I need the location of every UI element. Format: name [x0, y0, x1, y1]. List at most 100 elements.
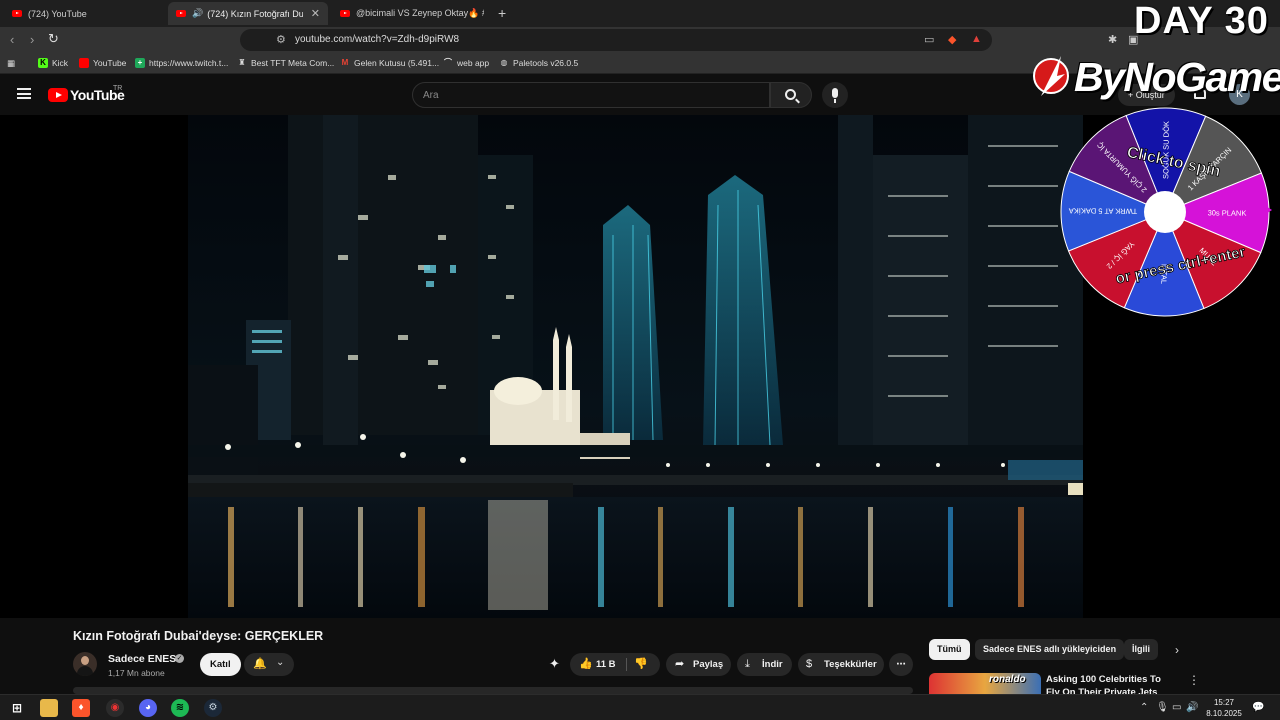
spotify-icon[interactable]: ≋ — [171, 699, 189, 717]
video-title: Kızın Fotoğrafı Dubai'deyse: GERÇEKLER — [73, 629, 324, 643]
bookmark-youtube[interactable]: YouTube — [79, 58, 126, 68]
bookmark-tft[interactable]: ♜ Best TFT Meta Com... — [237, 58, 334, 68]
recommended-video-title[interactable]: Asking 100 Celebrities To Fly On Their P… — [1046, 673, 1176, 694]
like-dislike-group: 👍 11 B 👎 — [570, 653, 660, 676]
share-icon: ➦ — [675, 658, 685, 670]
description-box[interactable] — [73, 687, 913, 694]
speaker-icon: 🔊 — [192, 8, 204, 18]
bynogame-logo-icon — [1033, 56, 1069, 96]
url-text: youtube.com/watch?v=Zdh-d9piRW8 — [295, 34, 460, 45]
youtube-icon — [79, 58, 89, 68]
gmail-icon: M — [341, 58, 349, 67]
voice-search-icon[interactable] — [822, 82, 848, 108]
bookmark-paletools[interactable]: ◍ Paletools v26.0.5 — [499, 58, 579, 68]
extensions-icon[interactable]: ✱ — [1108, 33, 1117, 46]
channel-name[interactable]: Sadece ENES — [108, 653, 176, 665]
kick-icon: K — [38, 58, 48, 68]
search-input[interactable] — [423, 88, 753, 102]
chip-related[interactable]: İlgili — [1124, 639, 1158, 660]
browser-tab-bar: (724) YouTube 🔊 (724) Kızın Fotoğrafı Du… — [0, 0, 1280, 27]
subscriber-count: 1,17 Mn abone — [108, 668, 165, 678]
spin-wheel[interactable]: SOĞUK SU DÖK 1 KAŞIK TARÇIN30s PLANKMUTEİ… — [1058, 105, 1272, 319]
super-thanks-icon: $ — [806, 658, 813, 670]
new-tab-button[interactable]: + — [498, 5, 506, 21]
chevron-down-icon: ⌄ — [276, 657, 285, 668]
file-explorer-icon[interactable] — [40, 699, 58, 717]
address-bar[interactable]: ⚙ youtube.com/watch?v=Zdh-d9piRW8 ▭ ◆ ▲ — [240, 29, 992, 51]
youtube-favicon-icon — [340, 10, 350, 17]
steam-icon[interactable]: ⚙ — [204, 699, 222, 717]
like-icon[interactable]: 👍 — [579, 653, 593, 676]
search-icon — [785, 89, 796, 100]
tab-youtube-home[interactable]: (724) YouTube — [4, 2, 164, 25]
windows-start-icon[interactable]: ⊞ — [8, 699, 26, 717]
tray-chevron-up-icon[interactable]: ⌃ — [1140, 702, 1148, 713]
tft-icon: ♜ — [238, 58, 246, 67]
webapp-icon: ⌒ — [444, 58, 452, 67]
kebab-menu-icon[interactable]: ⋮ — [1188, 673, 1200, 687]
windows-taskbar: ⊞ ♦ ◉ ◕ ≋ ⚙ ⌃ 🎙 ▭ 🔊 15:27 8.10.2025 💬 — [0, 694, 1280, 720]
recommended-video-thumbnail[interactable]: ronaldo — [929, 673, 1041, 694]
download-icon: ⤓ — [745, 658, 750, 670]
subscribed-bell-button[interactable]: 🔔 ⌄ — [244, 653, 294, 676]
dislike-icon[interactable]: 👎 — [634, 653, 648, 676]
sheets-icon: + — [135, 58, 145, 68]
youtube-favicon-icon — [176, 10, 186, 17]
search-box — [412, 82, 770, 108]
brave-browser-icon[interactable]: ♦ — [72, 699, 90, 717]
cast-icon[interactable]: ▭ — [924, 33, 934, 46]
notification-center-icon[interactable]: 💬 — [1252, 702, 1264, 713]
microphone-tray-icon[interactable]: 🎙 — [1156, 702, 1169, 713]
obs-icon[interactable]: ◉ — [106, 699, 124, 717]
dubai-night-skyline-image — [188, 115, 1083, 618]
close-tab-icon[interactable]: ✕ — [303, 7, 320, 20]
youtube-logo-icon[interactable] — [48, 88, 68, 102]
system-clock[interactable]: 15:27 8.10.2025 — [1204, 697, 1244, 719]
channel-avatar[interactable] — [73, 652, 97, 676]
sparkle-icon[interactable]: ✦ — [549, 656, 560, 672]
chevron-right-icon[interactable]: › — [1175, 643, 1179, 657]
bookmark-twitch[interactable]: + https://www.twitch.t... — [135, 58, 228, 68]
discord-icon[interactable]: ◕ — [139, 699, 157, 717]
chip-all[interactable]: Tümü — [929, 639, 970, 660]
tab-title: (724) Kızın Fotoğrafı Dubai'de — [207, 8, 303, 19]
video-frame[interactable] — [188, 115, 1083, 618]
hamburger-menu-icon[interactable] — [17, 88, 31, 99]
day-counter-overlay: DAY 30 — [1134, 0, 1269, 42]
tab-current-video[interactable]: 🔊 (724) Kızın Fotoğrafı Dubai'de ✕ — [168, 2, 328, 25]
globe-icon: ◍ — [500, 58, 508, 67]
wheel-segment-label: TWRK AT 5 DAKİKA — [1069, 206, 1138, 216]
verified-badge-icon: ✓ — [175, 654, 184, 663]
bynogame-brand-text: ByNoGame — [1074, 54, 1280, 100]
site-info-icon[interactable]: ⚙ — [276, 33, 286, 46]
download-button[interactable]: ⤓ İndir — [737, 653, 792, 676]
bookmark-webapp[interactable]: ⌒ web app — [443, 58, 489, 68]
network-icon[interactable]: ▭ — [1172, 702, 1181, 713]
thumbnail-text: ronaldo — [989, 674, 1026, 685]
tab-short-video[interactable]: @bicimali VS Zeynep Oktay🔥 #short — [332, 2, 492, 25]
share-button[interactable]: ➦ Paylaş — [666, 653, 731, 676]
brave-shields-icon[interactable]: ◆ — [948, 33, 956, 46]
bookmark-gmail[interactable]: M Gelen Kutusu (5.491... — [340, 58, 439, 68]
youtube-favicon-icon — [12, 10, 22, 17]
forward-button[interactable]: › — [30, 32, 34, 47]
more-actions-icon[interactable]: ⋯ — [889, 653, 913, 676]
brave-rewards-icon[interactable]: ▲ — [971, 33, 982, 45]
join-button[interactable]: Katıl — [200, 653, 241, 676]
search-button[interactable] — [770, 82, 812, 108]
browser-toolbar: ‹ › ↻ 🔖 ⚙ youtube.com/watch?v=Zdh-d9piRW… — [0, 27, 1280, 53]
wheel-segment-label: 30s PLANK — [1208, 208, 1247, 217]
chip-from-uploader[interactable]: Sadece ENES adlı yükleyiciden — [975, 639, 1125, 660]
reload-button[interactable]: ↻ — [48, 31, 59, 47]
wheel-segment-label: SOĞUK SU DÖK — [1161, 121, 1171, 179]
tab-title: (724) YouTube — [28, 8, 87, 19]
region-code: TR — [113, 85, 123, 92]
bookmark-kick[interactable]: K Kick — [38, 58, 68, 68]
bell-icon: 🔔 — [253, 658, 267, 670]
thanks-button[interactable]: $ Teşekkürler — [798, 653, 884, 676]
back-button[interactable]: ‹ — [10, 32, 14, 47]
like-count[interactable]: 11 B — [596, 653, 616, 676]
like-divider — [626, 658, 627, 671]
apps-grid-icon[interactable]: ▦ — [7, 58, 15, 69]
volume-icon[interactable]: 🔊 — [1186, 702, 1198, 713]
